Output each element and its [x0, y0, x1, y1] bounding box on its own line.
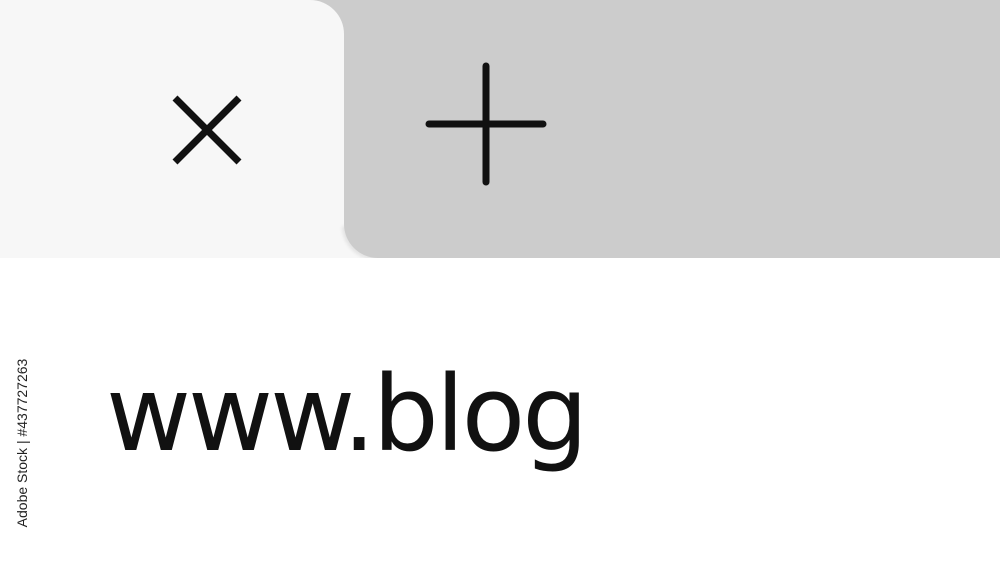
- tab-corner: [344, 224, 378, 258]
- close-tab-button[interactable]: [165, 90, 249, 174]
- address-input[interactable]: www.blog: [106, 354, 588, 474]
- watermark-text: Adobe Stock | #437727263: [14, 358, 30, 528]
- active-tab[interactable]: [0, 0, 344, 258]
- plus-icon: [425, 62, 547, 186]
- tab-strip: [0, 0, 1000, 258]
- watermark-label: Adobe Stock | #437727263: [2, 328, 42, 558]
- address-bar[interactable]: www.blog: [0, 258, 1000, 563]
- close-icon: [172, 95, 242, 165]
- new-tab-button[interactable]: [420, 60, 552, 188]
- browser-window: www.blog Adobe Stock | #437727263: [0, 0, 1000, 563]
